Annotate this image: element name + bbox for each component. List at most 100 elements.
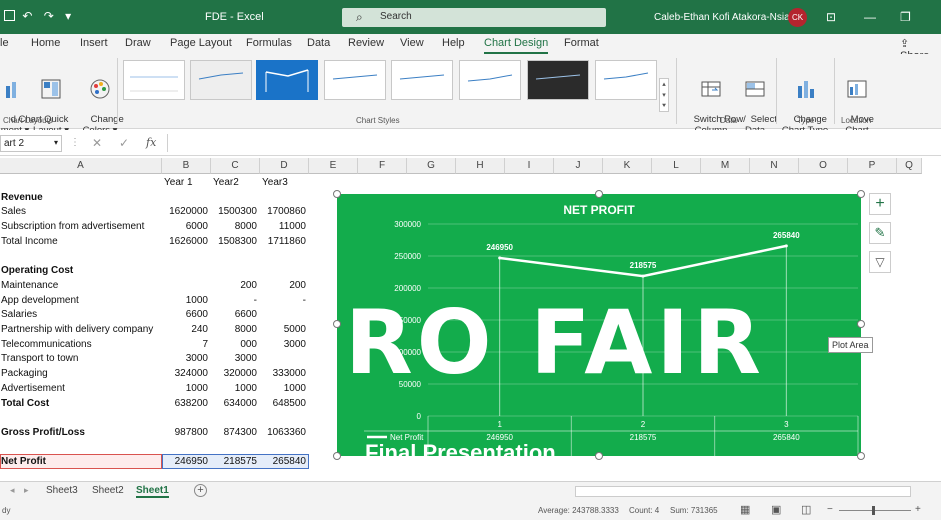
column-header-n[interactable]: N [750, 158, 799, 174]
value-cell[interactable]: 1508300 [212, 234, 257, 249]
data-point[interactable] [641, 274, 645, 278]
year-header-cell[interactable]: Year3 [262, 175, 307, 190]
value-cell[interactable] [261, 410, 306, 425]
value-cell[interactable]: 333000 [261, 366, 306, 381]
resize-handle-bl[interactable] [333, 452, 341, 460]
value-cell[interactable]: 1500300 [212, 204, 257, 219]
horizontal-scrollbar[interactable] [575, 486, 911, 497]
scroll-tabs-right-icon[interactable]: ▸ [24, 485, 29, 496]
row-label-cell[interactable]: Net Profit [1, 454, 161, 469]
gallery-scroll[interactable]: ▴ ▾ ⯆ [659, 78, 669, 112]
column-header-o[interactable]: O [799, 158, 848, 174]
row-label-cell[interactable] [1, 249, 161, 264]
value-cell[interactable]: 1000 [261, 381, 306, 396]
value-cell[interactable]: 1000 [163, 293, 208, 308]
cancel-icon[interactable]: ✕ [92, 136, 102, 150]
name-box[interactable]: art 2 ▾ [0, 135, 62, 152]
value-cell[interactable]: 1620000 [163, 204, 208, 219]
value-cell[interactable]: 634000 [212, 396, 257, 411]
value-cell[interactable] [163, 249, 208, 264]
chart-style-2[interactable] [190, 60, 252, 100]
restore-icon[interactable]: ❐ [900, 10, 911, 24]
column-header-h[interactable]: H [456, 158, 505, 174]
value-cell[interactable]: - [261, 293, 306, 308]
value-cell[interactable]: 1700860 [261, 204, 306, 219]
row-label-cell[interactable]: Revenue [1, 190, 161, 205]
minimize-icon[interactable]: — [864, 10, 876, 24]
row-label-cell[interactable]: Maintenance [1, 278, 161, 293]
tab-review[interactable]: Review [348, 37, 384, 49]
sheet-tab-sheet2[interactable]: Sheet2 [92, 485, 124, 496]
tab-formulas[interactable]: Formulas [246, 37, 292, 49]
quick-access-toolbar[interactable]: ↶ ↷ ▾ [0, 9, 75, 23]
value-cell[interactable]: 246950 [163, 454, 208, 469]
row-label-cell[interactable]: Total Cost [1, 396, 161, 411]
chart-title[interactable]: NET PROFIT [563, 203, 635, 217]
tab-help[interactable]: Help [442, 37, 465, 49]
resize-handle-b[interactable] [595, 452, 603, 460]
column-header-d[interactable]: D [260, 158, 309, 174]
tab-chart-design[interactable]: Chart Design [484, 37, 549, 54]
value-cell[interactable]: 218575 [212, 454, 257, 469]
chart-style-6[interactable] [459, 60, 521, 100]
value-cell[interactable] [163, 263, 208, 278]
value-cell[interactable]: 000 [212, 337, 257, 352]
chart-style-4[interactable] [324, 60, 386, 100]
resize-handle-tl[interactable] [333, 190, 341, 198]
page-layout-view-icon[interactable]: ▣ [771, 503, 781, 516]
column-header-g[interactable]: G [407, 158, 456, 174]
value-cell[interactable]: 5000 [261, 322, 306, 337]
value-cell[interactable]: 6600 [212, 307, 257, 322]
value-cell[interactable] [261, 351, 306, 366]
data-point[interactable] [784, 244, 788, 248]
resize-handle-br[interactable] [857, 452, 865, 460]
value-cell[interactable]: 200 [261, 278, 306, 293]
row-label-cell[interactable]: Sales [1, 204, 161, 219]
chart-style-5[interactable] [391, 60, 453, 100]
value-cell[interactable] [212, 263, 257, 278]
value-cell[interactable]: 638200 [163, 396, 208, 411]
row-label-cell[interactable]: Telecommunications [1, 337, 161, 352]
resize-handle-r[interactable] [857, 320, 865, 328]
zoom-out-icon[interactable]: − [827, 504, 833, 515]
value-cell[interactable] [163, 190, 208, 205]
formula-input[interactable] [167, 134, 937, 152]
column-header-f[interactable]: F [358, 158, 407, 174]
value-cell[interactable]: 3000 [261, 337, 306, 352]
value-cell[interactable] [261, 307, 306, 322]
value-cell[interactable]: 6600 [163, 307, 208, 322]
sheet-tab-sheet3[interactable]: Sheet3 [46, 485, 78, 496]
column-header-q[interactable]: Q [897, 158, 922, 174]
value-cell[interactable]: 648500 [261, 396, 306, 411]
year-header-cell[interactable]: Year2 [213, 175, 258, 190]
column-header-e[interactable]: E [309, 158, 358, 174]
save-icon[interactable] [4, 10, 15, 21]
value-cell[interactable]: 8000 [212, 219, 257, 234]
value-cell[interactable]: 874300 [212, 425, 257, 440]
value-cell[interactable] [212, 440, 257, 455]
tab-draw[interactable]: Draw [125, 37, 151, 49]
value-cell[interactable] [261, 249, 306, 264]
value-cell[interactable] [261, 440, 306, 455]
row-label-cell[interactable]: Packaging [1, 366, 161, 381]
column-header-c[interactable]: C [211, 158, 260, 174]
year-header-cell[interactable]: Year 1 [164, 175, 209, 190]
value-cell[interactable]: 8000 [212, 322, 257, 337]
value-cell[interactable]: 11000 [261, 219, 306, 234]
column-header-b[interactable]: B [162, 158, 211, 174]
value-cell[interactable] [163, 410, 208, 425]
resize-handle-tr[interactable] [857, 190, 865, 198]
more-icon[interactable]: ⋮ [70, 137, 80, 148]
enter-icon[interactable]: ✓ [119, 136, 129, 150]
value-cell[interactable] [163, 440, 208, 455]
row-label-cell[interactable]: Operating Cost [1, 263, 161, 278]
tab-format[interactable]: Format [564, 37, 599, 49]
tab-home[interactable]: Home [31, 37, 60, 49]
row-label-cell[interactable]: Transport to town [1, 351, 161, 366]
insert-function-icon[interactable]: fx [146, 136, 156, 149]
row-label-cell[interactable]: Partnership with delivery company [1, 322, 161, 337]
value-cell[interactable]: 1000 [163, 381, 208, 396]
column-header-m[interactable]: M [701, 158, 750, 174]
column-header-i[interactable]: I [505, 158, 554, 174]
value-cell[interactable] [212, 190, 257, 205]
